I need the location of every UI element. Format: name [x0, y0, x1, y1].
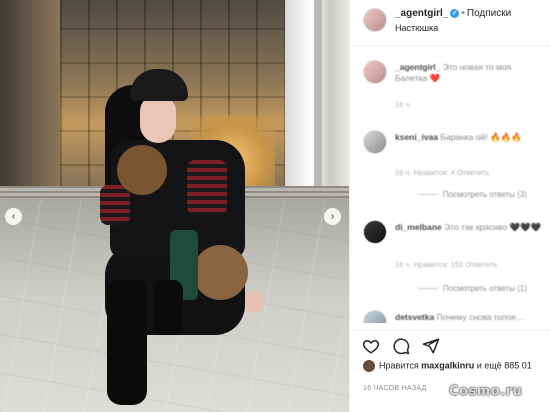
beanie — [130, 69, 188, 101]
hand — [245, 291, 263, 313]
comment-author[interactable]: _agentgirl_ — [395, 62, 440, 72]
author-username[interactable]: _agentgirl_ — [395, 8, 448, 19]
boot-left — [107, 280, 147, 405]
likes-prefix: Нравится — [379, 360, 419, 371]
comment-avatar[interactable] — [363, 310, 387, 323]
comment-meta: 16 ч. Нравится: 4 Ответить — [395, 168, 490, 177]
likes-suffix: и ещё 885 01 — [476, 360, 532, 371]
post-header: _agentgirl_ ✓ • Подписки Настюшка — [350, 0, 550, 46]
fur-sleeve — [117, 145, 167, 195]
comment-text: _agentgirl_ Это новая то моя Балетка ❤️ — [395, 62, 545, 84]
comment-body: Баранка ой! 🔥🔥🔥 — [440, 132, 522, 142]
person-figure — [95, 65, 265, 405]
comments-list[interactable]: _agentgirl_ Это новая то моя Балетка ❤️ … — [350, 46, 550, 323]
heart-icon[interactable] — [362, 337, 380, 355]
view-replies-label: Посмотреть ответы (1) — [443, 284, 528, 293]
boot-right — [153, 280, 183, 335]
post-photo[interactable]: ‹ › — [0, 0, 349, 412]
share-icon[interactable] — [422, 337, 440, 355]
author-avatar[interactable] — [363, 8, 387, 32]
face — [140, 95, 176, 143]
post-actions-bar — [350, 330, 550, 356]
comment-icon[interactable] — [392, 337, 410, 355]
replies-line — [418, 288, 438, 290]
comment-avatar[interactable] — [363, 220, 387, 244]
carousel-prev-button[interactable]: ‹ — [5, 208, 22, 225]
replies-line — [418, 194, 438, 196]
comment-avatar[interactable] — [363, 130, 387, 154]
comment-meta: 16 ч. — [395, 100, 412, 109]
liker-username[interactable]: maxgalkinru — [421, 360, 474, 370]
likes-line[interactable]: Нравится maxgalkinru и ещё 885 01 — [363, 360, 532, 372]
post-timestamp[interactable]: 16 ЧАСОВ НАЗАД — [363, 385, 427, 392]
view-replies-link[interactable]: Посмотреть ответы (3) — [418, 190, 527, 199]
author-line: _agentgirl_ ✓ • Подписки — [395, 8, 511, 19]
liker-avatar — [363, 360, 375, 372]
separator-dot: • — [461, 8, 465, 19]
carousel-next-button[interactable]: › — [324, 208, 341, 225]
comment-body: Почему снова голое... — [436, 312, 524, 322]
comment-author[interactable]: di_melbane — [395, 222, 442, 232]
watermark-logo: Cosmo.ru — [449, 384, 523, 399]
comment-body: Это так красиво 🖤🖤🖤 — [444, 222, 542, 232]
building-left — [0, 0, 60, 200]
view-replies-link[interactable]: Посмотреть ответы (1) — [418, 284, 527, 293]
comment-author[interactable]: detsvetka — [395, 312, 434, 322]
comment-meta: 16 ч. Нравится: 152 Ответить — [395, 260, 498, 269]
fur-sleeve-right — [193, 245, 248, 300]
watermark: Cosmo.ru — [449, 372, 550, 412]
comment-author[interactable]: kseni_ivaa — [395, 132, 438, 142]
comment-text: di_melbane Это так красиво 🖤🖤🖤 — [395, 222, 545, 233]
comment-avatar[interactable] — [363, 60, 387, 84]
striped-sleeve — [187, 160, 227, 215]
comment-text: kseni_ivaa Баранка ой! 🔥🔥🔥 — [395, 132, 545, 143]
verified-badge-icon: ✓ — [450, 8, 460, 18]
following-button[interactable]: Подписки — [467, 8, 511, 19]
post-location[interactable]: Настюшка — [395, 23, 438, 33]
column-stripe — [314, 0, 322, 205]
post-panel: _agentgirl_ ✓ • Подписки Настюшка _agentgir… — [349, 0, 550, 412]
view-replies-label: Посмотреть ответы (3) — [443, 190, 528, 199]
comment-text: detsvetka Почему снова голое... — [395, 312, 545, 323]
striped-sleeve-left — [100, 185, 130, 225]
